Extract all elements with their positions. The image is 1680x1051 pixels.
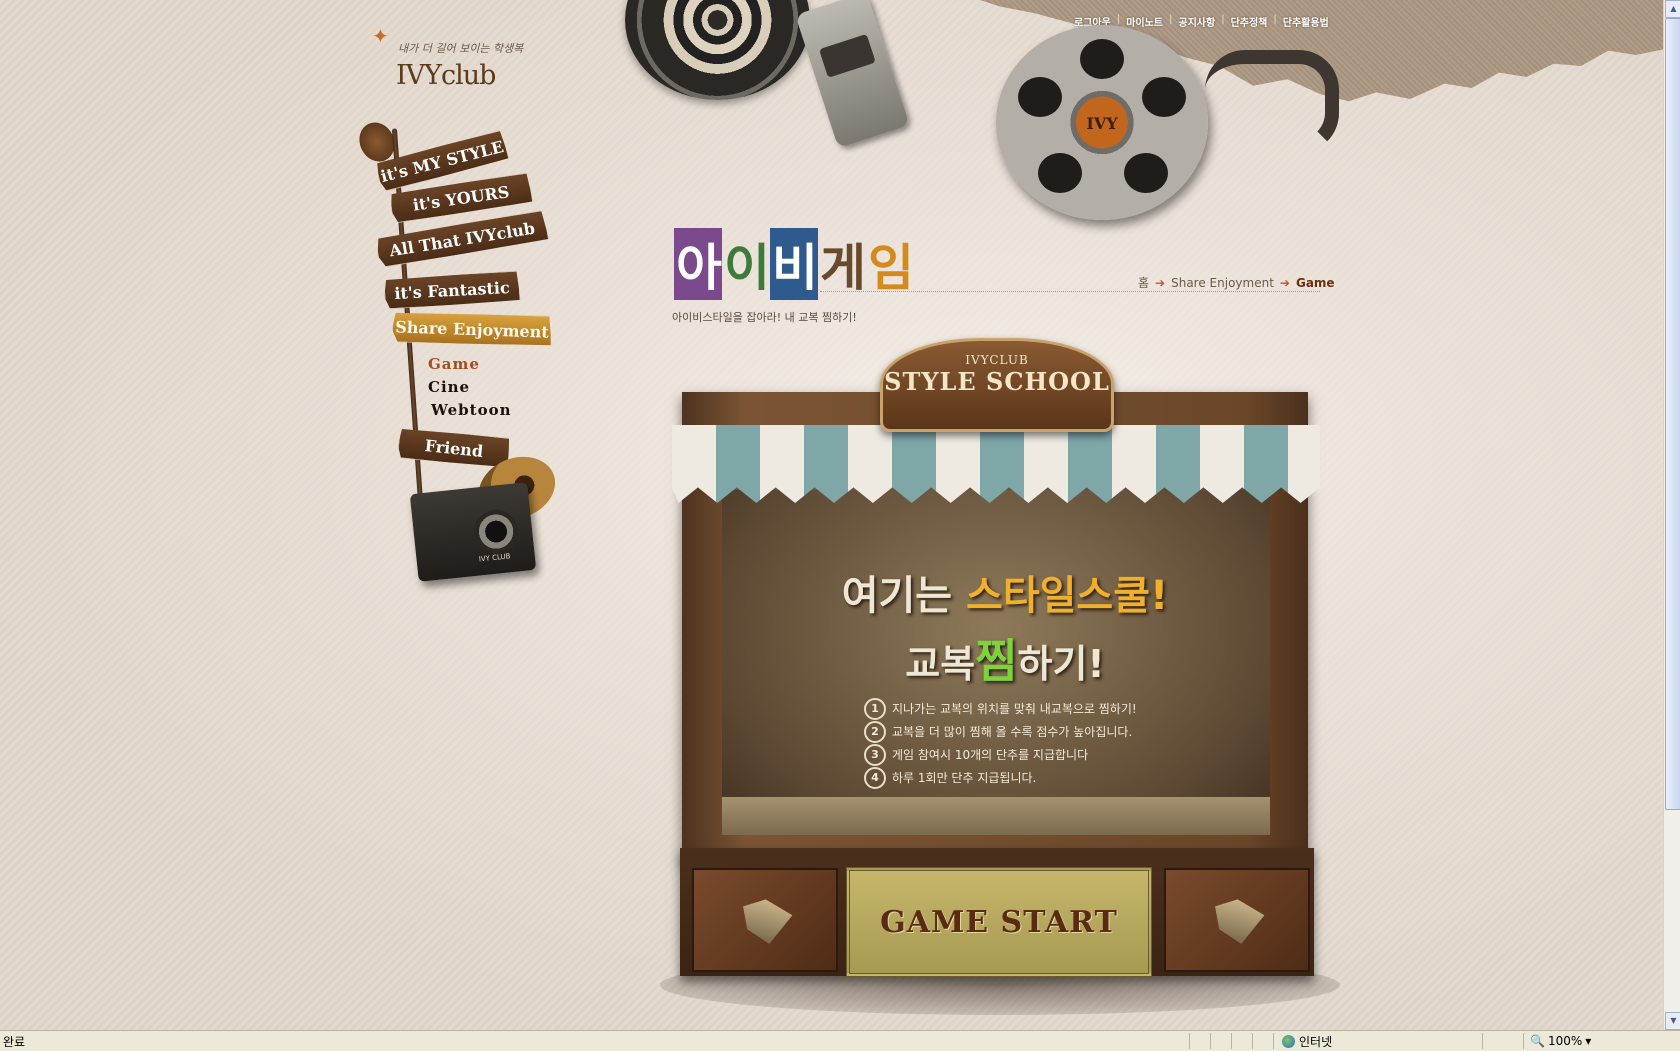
title-char: 임: [868, 239, 914, 297]
sign-big-text: STYLE SCHOOL: [884, 367, 1110, 396]
number-2-icon: 2: [864, 720, 886, 743]
breadcrumb: 홈 ➔ Share Enjoyment ➔ Game: [1138, 274, 1335, 291]
camera-label: IVY CLUB: [478, 552, 511, 564]
toy-robot-image: [795, 0, 910, 149]
camera-image: IVY CLUB: [409, 482, 537, 582]
globe-icon: [1282, 1034, 1295, 1048]
number-4-icon: 4: [864, 766, 886, 789]
nav-share-enjoyment[interactable]: Share Enjoyment: [391, 310, 552, 348]
vertical-scrollbar[interactable]: ▲ ▼: [1663, 0, 1680, 1030]
rule-item: 3 게임 참여시 10개의 단추를 지급합니다: [864, 743, 1137, 766]
page-subtitle: 아이비스타일을 잡아라! 내 교복 찜하기!: [672, 311, 857, 324]
number-1-icon: 1: [864, 697, 886, 720]
dartboard-image: [625, 0, 810, 100]
rule-text: 하루 1회만 단추 지급됩니다.: [892, 771, 1037, 785]
number-3-icon: 3: [864, 743, 886, 766]
chevron-down-icon: ▾: [1585, 1034, 1592, 1048]
title-char: 비: [770, 228, 818, 300]
breadcrumb-current: Game: [1295, 275, 1335, 290]
title-divider: [820, 291, 1320, 292]
nav-friend[interactable]: Friend: [397, 426, 512, 470]
scroll-down-icon[interactable]: ▼: [1665, 1012, 1680, 1030]
page-title: 아이비게임: [674, 228, 914, 300]
scroll-up-icon[interactable]: ▲: [1665, 0, 1680, 18]
rule-item: 4 하루 1회만 단추 지급됩니다.: [864, 766, 1137, 789]
game-start-button[interactable]: GAME START: [846, 867, 1152, 977]
counter-panel-right: [1164, 868, 1310, 972]
subnav-game[interactable]: Game: [428, 355, 512, 378]
headline1-text: 여기는: [841, 573, 967, 619]
button-policy-link[interactable]: 단추정책: [1231, 14, 1268, 29]
zoom-level: 100%: [1547, 1034, 1583, 1048]
subnav-webtoon[interactable]: Webtoon: [431, 401, 512, 424]
breadcrumb-arrow-icon: ➔: [1279, 275, 1290, 290]
film-reel-image: IVY: [996, 25, 1208, 220]
button-usage-link[interactable]: 단추활용법: [1283, 14, 1329, 29]
breadcrumb-home[interactable]: 홈: [1138, 274, 1149, 291]
title-char: 이: [724, 239, 770, 297]
breadcrumb-share-enjoyment[interactable]: Share Enjoyment: [1171, 276, 1274, 290]
sign-small-text: IVYCLUB: [965, 353, 1029, 367]
counter-panel-left: [692, 868, 838, 972]
rule-item: 1 지나가는 교복의 위치를 맞춰 내교복으로 찜하기!: [864, 697, 1137, 720]
headline2-suffix: 하기!: [1017, 642, 1105, 686]
logo-brand: IVYclub: [396, 60, 496, 91]
film-strip-image: [1205, 50, 1339, 153]
page-background: 로그아웃 | 마이노트 | 공지사항 | 단추정책 | 단추활용법 IVY ✦ 내가 더…: [0, 0, 1663, 1030]
security-zone: 인터넷: [1273, 1033, 1482, 1049]
rule-item: 2 교복을 더 많이 찜해 올 수록 점수가 높아집니다.: [864, 720, 1137, 743]
game-rules: 1 지나가는 교복의 위치를 맞춰 내교복으로 찜하기! 2 교복을 더 많이 찜해…: [864, 697, 1137, 789]
title-char: 아: [674, 228, 722, 300]
title-char: 게: [820, 239, 866, 297]
scrollbar-thumb[interactable]: [1665, 18, 1680, 810]
rule-text: 지나가는 교복의 위치를 맞춰 내교복으로 찜하기!: [892, 702, 1137, 716]
rule-text: 게임 참여시 10개의 단추를 지급합니다: [892, 748, 1089, 762]
logo-mark-icon: ✦: [372, 24, 389, 48]
protected-mode-icon[interactable]: [1482, 1033, 1523, 1049]
sub-navigation: Game Cine Webtoon: [428, 355, 512, 424]
headline1-highlight: 스타일스쿨!: [966, 573, 1169, 619]
striped-awning: [672, 425, 1320, 503]
rule-text: 교복을 더 많이 찜해 올 수록 점수가 높아집니다.: [892, 725, 1133, 739]
ivyclub-logo[interactable]: ✦ 내가 더 길어 보이는 학생복 IVYclub: [372, 24, 523, 94]
zoom-control[interactable]: 🔍 100% ▾: [1523, 1033, 1591, 1049]
mynote-link[interactable]: 마이노트: [1126, 14, 1163, 29]
status-text: 완료: [3, 1034, 26, 1049]
notice-link[interactable]: 공지사항: [1178, 14, 1215, 29]
headline2-text: 교복: [905, 642, 976, 686]
camera-lens: [471, 507, 521, 556]
headline-pick-uniform: 교복찜하기!: [800, 625, 1210, 691]
zone-label: 인터넷: [1299, 1034, 1333, 1049]
headline2-highlight: 찜: [975, 634, 1018, 688]
zoom-icon: 🔍: [1530, 1034, 1545, 1048]
reel-ivy-label: IVY: [1086, 113, 1118, 133]
headline-style-school: 여기는 스타일스쿨!: [800, 563, 1210, 621]
breadcrumb-arrow-icon: ➔: [1155, 275, 1166, 290]
logo-tagline: 내가 더 길어 보이는 학생복: [398, 42, 524, 55]
style-school-sign: IVYCLUB STYLE SCHOOL: [880, 338, 1114, 432]
browser-status-bar: 완료 인터넷 🔍 100% ▾: [0, 1030, 1680, 1051]
subnav-cine[interactable]: Cine: [428, 378, 512, 401]
